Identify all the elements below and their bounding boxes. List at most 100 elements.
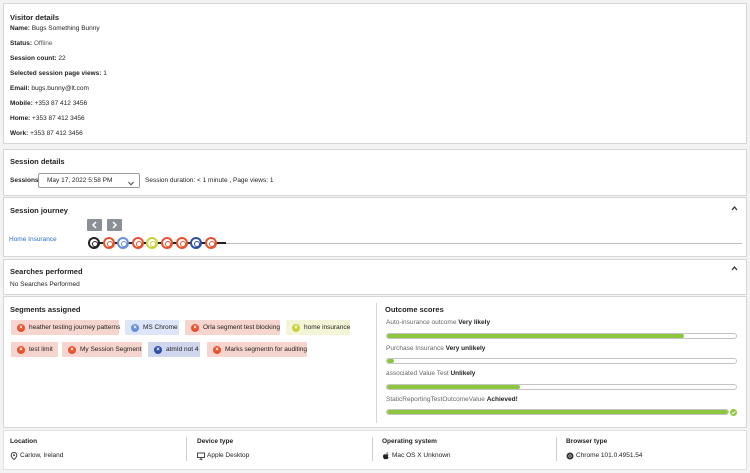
segment-chip: × atmId not 4 [148,342,200,357]
location-title: Location [10,438,38,445]
sessions-label: Sessions [10,177,39,184]
footer-location: Location Carlow, Ireland [10,438,63,472]
visitor-field-label: Work: [10,130,29,137]
segments-title: Segments assigned [10,305,81,314]
journey-node[interactable] [102,237,115,249]
outcome-progress-bar [386,384,737,390]
session-select-value: May 17, 2022 5:58 PM [47,177,113,184]
journey-node[interactable] [88,237,100,249]
chevron-down-icon [128,178,134,186]
segment-remove-icon: × [17,345,25,354]
location-value: Carlow, Ireland [20,452,64,459]
visitor-details-title: Visitor details [10,13,60,22]
segment-remove-icon: × [292,323,300,332]
outcome-progress-fill [387,359,394,363]
journey-node[interactable] [190,237,203,249]
visitor-field-label: Name: [10,25,30,32]
chrome-logo-icon [566,452,574,460]
outcome-name: StaticReportingTestOutcomeValue [386,396,485,403]
journey-next-button[interactable] [107,219,122,231]
visitor-field-row: Home: +353 87 412 3456 [10,115,85,122]
visitor-field-value: Offline [33,40,53,47]
outcome-label: associated Value Test Unlikely [386,370,475,377]
journey-prev-button[interactable] [87,219,102,231]
visitor-field-label: Status: [10,40,33,47]
visitor-field-value: 1 [103,70,107,77]
outcome-progress-bar [386,358,737,364]
outcome-name: Purchase Insurance [386,345,444,352]
footer-device: Device type Apple Desktop [197,438,249,472]
device-value: Apple Desktop [207,452,250,459]
segment-label: My Session Segment [80,346,142,353]
journey-node[interactable] [146,237,159,249]
segment-chip: × home insurance [286,320,350,335]
os-value: Mac OS X Unknown [392,452,451,459]
journey-node[interactable] [131,237,144,249]
session-journey-title: Session journey [10,206,68,215]
outcome-name: associated Value Test [386,370,449,377]
map-pin-icon [10,452,18,460]
collapse-chevron-up-icon[interactable] [731,205,738,212]
visitor-field-value: Bugs Something Bunny [31,25,100,32]
segment-chip: × heather testing journey patterns [11,320,120,335]
searches-title: Searches performed [10,267,83,276]
segment-remove-icon: × [191,323,199,332]
segment-label: home insurance [304,324,351,331]
visitor-field-label: Email: [10,85,30,92]
outcome-result: Achieved! [486,396,518,403]
outcome-progress-fill [387,385,520,389]
segment-remove-icon: × [68,345,76,354]
visitor-field-value: +353 87 412 3456 [32,115,85,122]
segment-label: atmId not 4 [166,346,199,353]
footer-divider [372,437,373,461]
os-title: Operating system [382,438,437,445]
outcome-progress-fill [387,334,684,338]
footer-divider [556,437,557,461]
journey-node[interactable] [204,237,217,249]
visitor-field-value: +353 87 412 3456 [30,130,83,137]
segment-remove-icon: × [213,345,221,354]
segment-remove-icon: × [131,323,139,332]
location-value-wrap: Carlow, Ireland [10,452,64,460]
browser-title: Browser type [566,438,608,445]
visitor-field-label: Mobile: [10,100,33,107]
journey-node[interactable] [161,237,173,249]
segment-chip: × Orla segment test blocking [185,320,280,335]
collapse-chevron-up-icon[interactable] [731,265,738,272]
os-value-wrap: Mac OS X Unknown [382,452,451,460]
session-select[interactable]: May 17, 2022 5:58 PM [38,173,140,188]
apple-logo-icon [383,452,389,460]
segment-chip: × Marks segmentn for auditing [207,342,307,357]
segment-remove-icon: × [154,345,162,354]
outcome-result: Unlikely [450,370,476,377]
outcome-result: Very unlikely [445,345,486,352]
segment-label: Marks segmentn for auditing [225,346,308,353]
journey-page-link[interactable]: Home Insurance [9,236,57,243]
segment-chip: × MS Chrome [125,320,179,335]
journey-node[interactable] [117,237,130,249]
session-summary: Session duration: < 1 minute , Page view… [145,177,274,184]
segment-label: MS Chrome [143,324,178,331]
device-value-wrap: Apple Desktop [197,452,250,460]
journey-node[interactable] [175,237,188,249]
footer-browser: Browser type Chrome 101.0.4951.54 [566,438,643,472]
visitor-field-row: Email: bugs.bunny@lt.com [10,85,89,92]
outcome-progress-bar [386,409,729,415]
check-circle-icon [730,408,737,416]
outcome-progress-bar [386,333,737,339]
visitor-field-value: +353 87 412 3456 [34,100,88,107]
visitor-field-label: Home: [10,115,31,122]
visitor-field-row: Name: Bugs Something Bunny [10,25,100,32]
outcome-progress-fill [387,410,728,414]
segment-remove-icon: × [17,323,25,332]
searches-panel: Searches performed No Searches Performed [3,259,747,295]
outcome-label: StaticReportingTestOutcomeValue Achieved… [386,396,518,403]
browser-value-wrap: Chrome 101.0.4951.54 [566,452,643,460]
session-details-panel: Session details Sessions May 17, 2022 5:… [3,149,747,196]
visitor-field-value: bugs.bunny@lt.com [31,85,89,92]
segment-chip: × test limit [11,342,58,357]
footer-divider [186,437,187,461]
session-journey-panel: Session journey Home Insurance [3,197,747,257]
visitor-field-row: Work: +353 87 412 3456 [10,130,83,137]
visitor-field-label: Session count: [10,55,57,62]
